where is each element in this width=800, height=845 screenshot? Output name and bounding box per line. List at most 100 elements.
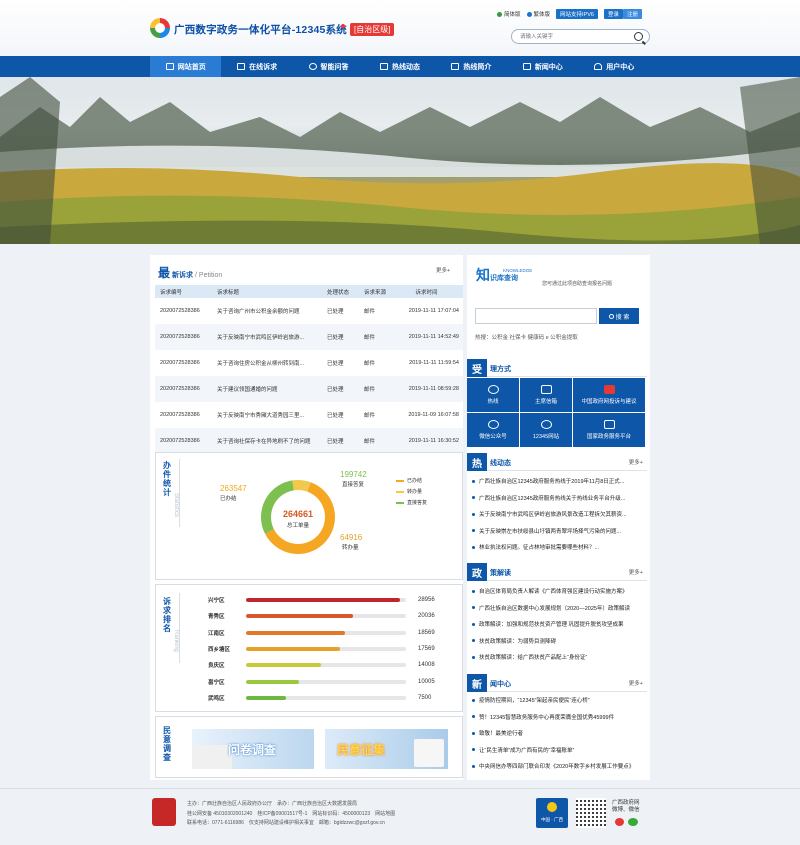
legend-item: 已办结 [396, 476, 427, 487]
nav-hotline-intro[interactable]: 热线简介 [436, 56, 507, 77]
ranking-row[interactable]: 青秀区 20036 [208, 611, 458, 621]
contact-label: 热线 [487, 399, 499, 405]
policy-more-link[interactable]: 更多+ [629, 568, 643, 576]
policy-title: 策解读 [490, 570, 511, 577]
row-time: 2019-11-11 16:30:52 [408, 438, 459, 444]
ranking-row[interactable]: 武鸣区 7500 [208, 693, 458, 703]
document-icon [379, 63, 388, 70]
survey-card[interactable]: 问卷调查 [192, 729, 314, 769]
petition-more-link[interactable]: 更多+ [436, 266, 450, 274]
phone-icon [487, 385, 499, 394]
site-title[interactable]: 广西数字政务一体化平台-12345系统 [174, 22, 347, 37]
ranking-row[interactable]: 良庆区 14008 [208, 660, 458, 670]
row-id: 2020072528386 [160, 360, 200, 366]
list-item[interactable]: 广西壮族自治区12345政府服务热线关于热线业务平台升级... [472, 490, 642, 507]
wechat-icon[interactable] [628, 818, 638, 826]
footer-line-registration[interactable]: 桂公网安备 45010302001240 桂ICP备09001517号-1 网站… [187, 810, 395, 820]
ranking-row[interactable]: 江南区 18569 [208, 628, 458, 638]
petition-title-char: 最 [158, 266, 171, 280]
mail-icon [540, 385, 552, 394]
gov-site-badge[interactable]: 中国 · 广西 [536, 798, 568, 828]
list-item[interactable]: 扶贫政策解读：给广西扶贫产品配上“身份证” [472, 649, 642, 666]
nav-news-center[interactable]: 新闻中心 [507, 56, 578, 77]
list-item[interactable]: 广西壮族自治区12345政府服务热线于2019年11月8日正式... [472, 473, 642, 490]
list-item[interactable]: 疫情防控期间，“12345”架起亲民便民“连心桥” [472, 692, 642, 709]
list-item[interactable]: 自治区体育局负责人解读《广西体育强区建设行动实施方案》 [472, 583, 642, 600]
collect-card[interactable]: 民意征集 [325, 729, 448, 769]
list-item[interactable]: 扶贫政策解读：为弱势目测降碍 [472, 633, 642, 650]
contact-gov-complaint[interactable]: 中国政府网投诉与建议 [573, 378, 645, 412]
search-input[interactable] [520, 32, 630, 41]
traditional-chinese-link[interactable]: 繁体版 [526, 10, 550, 18]
row-time: 2019-11-09 16:07:58 [408, 412, 459, 418]
gov-social-line2: 微博、微信 [612, 807, 640, 813]
row-time: 2019-11-11 14:52:49 [408, 334, 459, 340]
title-char: 民 [163, 726, 171, 735]
list-item[interactable]: 让“民生清单”成为广西有民的“幸福账单” [472, 742, 642, 759]
nav-label: 网站首页 [177, 63, 206, 71]
contact-header: 受 理方式 [467, 359, 647, 377]
nav-online-petition[interactable]: 在线诉求 [221, 56, 292, 77]
legend-swatch [396, 501, 404, 504]
table-row[interactable]: 2020072528386 关于建议领国通婚的问题 已处理 邮件 2019-11-11 … [155, 376, 463, 402]
ranking-bar-fill [246, 614, 353, 619]
list-item[interactable]: 赞！12345智慧政务服务中心再度荣膺全国优秀45999件 [472, 709, 642, 726]
table-row[interactable]: 2020072528386 关于咨询社保存卡在异地刷不了的问题 已处理 邮件 2019-… [155, 428, 463, 454]
simplified-chinese-link[interactable]: 简体版 [497, 10, 521, 18]
weibo-icon[interactable] [615, 818, 624, 826]
list-item[interactable]: 致敬！最美逆行者 [472, 725, 642, 742]
knowledge-search-button[interactable]: 搜 索 [599, 308, 639, 324]
table-header: 诉求编号 诉求标题 处理状态 诉求来源 诉求时间 [155, 285, 463, 298]
hotline-more-link[interactable]: 更多+ [629, 458, 643, 466]
list-item[interactable]: 广西壮族自治区数据中心发展规划（2020—2025年）政策解读 [472, 600, 642, 617]
newspaper-icon [522, 63, 531, 70]
petition-table: 诉求编号 诉求标题 处理状态 诉求来源 诉求时间 2020072528386 关于… [155, 285, 463, 454]
contact-wechat[interactable]: 微信公众号 [467, 413, 519, 447]
contact-title-char: 受 [467, 359, 487, 377]
table-row[interactable]: 2020072528386 关于反映南宁市秀厢大道秀园三里... 已处理 邮件 2019… [155, 402, 463, 428]
contact-label: 主席信箱 [534, 399, 557, 405]
nav-user-center[interactable]: 用户中心 [579, 56, 650, 77]
register-button[interactable]: 注册 [622, 9, 642, 19]
ranking-bar-track [246, 663, 406, 668]
knowledge-logo-text: 识库查询 [490, 273, 518, 282]
ranking-row[interactable]: 西乡塘区 17569 [208, 644, 458, 654]
list-item[interactable]: 中央网信办等四部门联合印发《2020年数字乡村发展工作要点》 [472, 758, 642, 775]
contact-chairman-mailbox[interactable]: 主席信箱 [520, 378, 572, 412]
table-row[interactable]: 2020072528386 关于反映南宁市武鸣区伊岭岩旅游... 已处理 邮件 2019… [155, 324, 463, 350]
opinion-title: 民意调查 [162, 726, 172, 762]
list-item[interactable]: 关于反映南宁市武鸣区伊岭岩旅游风景改造工程拆欠其薪资... [472, 506, 642, 523]
ranking-bar-fill [246, 646, 340, 651]
nav-label: 用户中心 [606, 63, 635, 71]
policy-list: 自治区体育局负责人解读《广西体育强区建设行动实施方案》 广西壮族自治区数据中心发展… [472, 583, 642, 666]
ranking-district: 青秀区 [208, 614, 225, 621]
contact-national-platform[interactable]: 国家政务服务平台 [573, 413, 645, 447]
knowledge-search-input[interactable] [475, 308, 597, 324]
search-icon[interactable] [634, 32, 643, 41]
nav-smart-qa[interactable]: 智能问答 [293, 56, 364, 77]
list-item[interactable]: 林业执法权问题。征占林地审批需要哪些材料？... [472, 539, 642, 556]
region-badge[interactable]: [自治区级] [350, 23, 395, 36]
nav-home[interactable]: 网站首页 [150, 56, 222, 77]
table-row[interactable]: 2020072528386 关于咨询广州市公积金余额的问题 已处理 邮件 2019-11… [155, 298, 463, 324]
contact-12345-website[interactable]: 12345网站 [520, 413, 572, 447]
title-char: 查 [163, 753, 171, 762]
ranking-row[interactable]: 邕宁区 10005 [208, 677, 458, 687]
nav-hotline-news[interactable]: 热线动态 [364, 56, 435, 77]
site-logo[interactable] [150, 18, 170, 38]
login-button[interactable]: 登录 [603, 9, 623, 19]
row-source: 邮件 [364, 335, 376, 341]
contact-hotline[interactable]: 热线 [467, 378, 519, 412]
direct-label: 直接答复 [342, 482, 365, 488]
ranking-row[interactable]: 兴宁区 28956 [208, 595, 458, 605]
row-id: 2020072528386 [160, 386, 200, 392]
hot-items[interactable]: 公积金 社保卡 健康码 e 公积金提取 [492, 335, 578, 341]
nav-label: 新闻中心 [534, 63, 563, 71]
list-item[interactable]: 关于反映崇左市扶绥县山圩镇两青翠坪场择气污染的问题... [472, 523, 642, 540]
list-item[interactable]: 政策解读：加强和规范扶贫资产管理 巩固提升脱贫攻坚成果 [472, 616, 642, 633]
news-more-link[interactable]: 更多+ [629, 679, 643, 687]
site-header [0, 0, 800, 56]
ipv6-badge[interactable]: 网站支持IPV6 [556, 9, 598, 19]
row-time: 2019-11-11 08:59:28 [408, 386, 459, 392]
table-row[interactable]: 2020072528386 关于咨询住房公积金从柳州转到南... 已处理 邮件 2019… [155, 350, 463, 376]
